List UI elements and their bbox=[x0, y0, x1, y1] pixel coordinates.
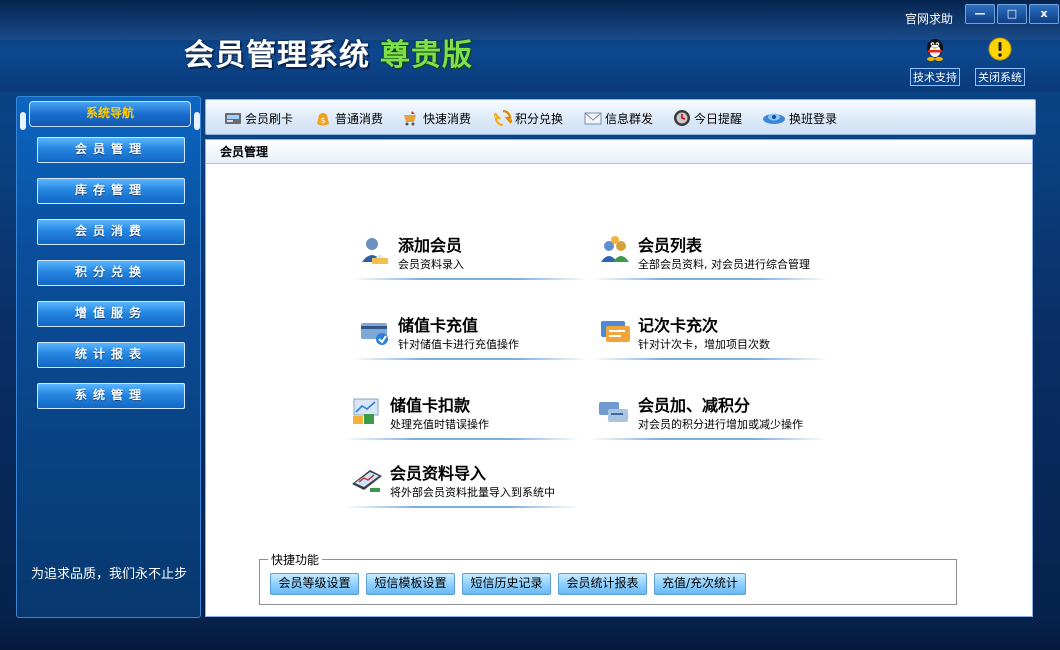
toolbar: 会员刷卡 $ 普通消费 快速消费 积分兑换 信息群发 今日提醒 换班登录 bbox=[205, 99, 1036, 135]
func-add-member-underline bbox=[352, 278, 588, 280]
fast-shopping-icon bbox=[404, 111, 416, 126]
quick-sms-template-settings-button[interactable]: 短信模板设置 bbox=[366, 573, 455, 595]
toolbar-normal-consumption-label: 普通消费 bbox=[335, 111, 384, 126]
toolbar-today-reminder-label: 今日提醒 bbox=[694, 111, 743, 126]
toolbar-points-exchange-label: 积分兑换 bbox=[515, 111, 564, 126]
func-member-list[interactable]: 会员列表 全部会员资料, 对会员进行综合管理 bbox=[592, 226, 828, 280]
func-card-deduct-title: 储值卡扣款 bbox=[390, 396, 471, 415]
func-count-card-top-up[interactable]: 记次卡充次 针对计次卡，增加项目次数 bbox=[592, 306, 828, 360]
sidebar-slogan: 为追求品质，我们永不止步 bbox=[31, 567, 188, 582]
title-bar: 会员管理系统 尊贵版 会员管理系统 官网求助 — □ x 技术支持 关闭系统 bbox=[0, 0, 1060, 92]
warning-icon bbox=[988, 37, 1012, 61]
sidebar-item-inventory-management[interactable]: 库存管理 bbox=[37, 178, 185, 204]
content-panel: 会员管理 添加会员 会员资料录入 会员列表 全部会员资料, 对会员进行综合管理 … bbox=[205, 139, 1033, 617]
member-list-icon bbox=[601, 236, 629, 262]
func-points-adjust-title: 会员加、减积分 bbox=[638, 396, 751, 415]
money-bag-icon: $ bbox=[317, 113, 329, 126]
func-member-list-underline bbox=[592, 278, 828, 280]
func-card-recharge-underline bbox=[352, 358, 588, 360]
add-member-icon bbox=[362, 238, 388, 264]
func-points-adjust-underline bbox=[590, 438, 826, 440]
window-controls: — □ x bbox=[963, 4, 1059, 24]
func-count-card-desc: 针对计次卡，增加项目次数 bbox=[638, 338, 770, 351]
count-card-icon bbox=[601, 321, 630, 342]
sidebar-header: 系统导航 bbox=[20, 101, 200, 130]
func-points-adjust-desc: 对会员的积分进行增加或减少操作 bbox=[638, 418, 803, 431]
sidebar-item-system-management[interactable]: 系统管理 bbox=[37, 383, 185, 409]
help-link[interactable]: 官网求助 bbox=[905, 10, 953, 27]
app-title: 会员管理系统 尊贵版 bbox=[184, 30, 473, 74]
content-section-title: 会员管理 bbox=[206, 140, 1032, 164]
toolbar-mass-message[interactable]: 信息群发 bbox=[584, 108, 653, 128]
sidebar-item-value-added-services[interactable]: 增值服务 bbox=[37, 301, 185, 327]
points-adjust-icon bbox=[599, 402, 628, 422]
card-deduct-icon bbox=[353, 398, 379, 424]
func-count-card-title: 记次卡充次 bbox=[638, 316, 719, 335]
qq-penguin-icon bbox=[927, 39, 943, 61]
func-member-list-title: 会员列表 bbox=[638, 236, 703, 255]
toolbar-fast-consumption[interactable]: 快速消费 bbox=[402, 108, 471, 128]
tech-support-button[interactable]: 技术支持 bbox=[905, 36, 965, 86]
sidebar-item-points-exchange[interactable]: 积分兑换 bbox=[37, 260, 185, 286]
quick-member-level-settings-button[interactable]: 会员等级设置 bbox=[270, 573, 359, 595]
sidebar-item-member-consumption[interactable]: 会员消费 bbox=[37, 219, 185, 245]
func-add-member-title: 添加会员 bbox=[398, 236, 463, 255]
envelope-icon bbox=[584, 112, 602, 125]
close-system-label: 关闭系统 bbox=[975, 68, 1025, 86]
func-member-list-desc: 全部会员资料, 对会员进行综合管理 bbox=[638, 258, 810, 271]
func-card-deduct-desc: 处理充值时错误操作 bbox=[390, 418, 489, 431]
clock-icon bbox=[674, 110, 690, 126]
func-card-recharge-title: 储值卡充值 bbox=[398, 316, 479, 335]
func-add-member[interactable]: 添加会员 会员资料录入 bbox=[352, 226, 588, 280]
app-title-edition: 尊贵版 bbox=[380, 38, 473, 73]
quick-functions-group: 快捷功能 会员等级设置 短信模板设置 短信历史记录 会员统计报表 充值/充次统计 bbox=[259, 551, 957, 605]
func-card-deduct-underline bbox=[344, 438, 580, 440]
toolbar-shift-login[interactable]: 换班登录 bbox=[762, 108, 837, 128]
title-bar-gloss bbox=[0, 0, 1060, 40]
func-data-import[interactable]: 会员资料导入 将外部会员资料批量导入到系统中 bbox=[344, 454, 580, 508]
close-system-button[interactable]: 关闭系统 bbox=[970, 36, 1030, 86]
exchange-arrows-icon bbox=[494, 109, 512, 127]
toolbar-card-swipe[interactable]: 会员刷卡 bbox=[224, 108, 293, 128]
func-card-recharge-desc: 针对储值卡进行充值操作 bbox=[398, 338, 519, 351]
app-window: 会员管理系统 尊贵版 会员管理系统 官网求助 — □ x 技术支持 关闭系统 系… bbox=[0, 0, 1060, 650]
toolbar-today-reminder[interactable]: 今日提醒 bbox=[673, 108, 742, 128]
func-points-adjust[interactable]: 会员加、减积分 对会员的积分进行增加或减少操作 bbox=[590, 386, 826, 440]
quick-recharge-stats-button[interactable]: 充值/充次统计 bbox=[654, 573, 746, 595]
toolbar-mass-message-label: 信息群发 bbox=[605, 111, 654, 126]
minimize-button[interactable]: — bbox=[965, 4, 995, 24]
sidebar-item-statistics-reports[interactable]: 统计报表 bbox=[37, 342, 185, 368]
app-title-main: 会员管理系统 bbox=[184, 38, 370, 73]
func-data-import-desc: 将外部会员资料批量导入到系统中 bbox=[390, 486, 555, 499]
func-add-member-desc: 会员资料录入 bbox=[398, 258, 464, 271]
svg-text:$: $ bbox=[321, 116, 326, 125]
toolbar-normal-consumption[interactable]: $ 普通消费 bbox=[314, 108, 383, 128]
card-recharge-icon bbox=[361, 323, 388, 345]
toolbar-fast-consumption-label: 快速消费 bbox=[423, 111, 472, 126]
func-card-recharge[interactable]: 储值卡充值 针对储值卡进行充值操作 bbox=[352, 306, 588, 360]
sidebar-item-member-management[interactable]: 会员管理 bbox=[37, 137, 185, 163]
func-card-deduct[interactable]: 储值卡扣款 处理充值时错误操作 bbox=[344, 386, 580, 440]
func-data-import-underline bbox=[344, 506, 580, 508]
maximize-button[interactable]: □ bbox=[997, 4, 1027, 24]
close-button[interactable]: x bbox=[1029, 4, 1059, 24]
card-reader-icon bbox=[225, 113, 241, 124]
toolbar-shift-login-label: 换班登录 bbox=[789, 111, 838, 126]
tech-support-label: 技术支持 bbox=[910, 68, 960, 86]
quick-member-stats-report-button[interactable]: 会员统计报表 bbox=[558, 573, 647, 595]
quick-functions-legend: 快捷功能 bbox=[268, 551, 323, 568]
quick-sms-history-button[interactable]: 短信历史记录 bbox=[462, 573, 551, 595]
data-import-icon bbox=[352, 470, 382, 492]
toolbar-card-swipe-label: 会员刷卡 bbox=[245, 111, 294, 126]
sidebar: 系统导航 会员管理 库存管理 会员消费 积分兑换 增值服务 统计报表 系统管理 … bbox=[16, 96, 201, 618]
toolbar-points-exchange[interactable]: 积分兑换 bbox=[494, 108, 563, 128]
shift-login-icon bbox=[763, 113, 785, 124]
bottom-status-strip bbox=[0, 620, 1060, 650]
func-data-import-title: 会员资料导入 bbox=[390, 464, 487, 483]
func-count-card-underline bbox=[592, 358, 828, 360]
